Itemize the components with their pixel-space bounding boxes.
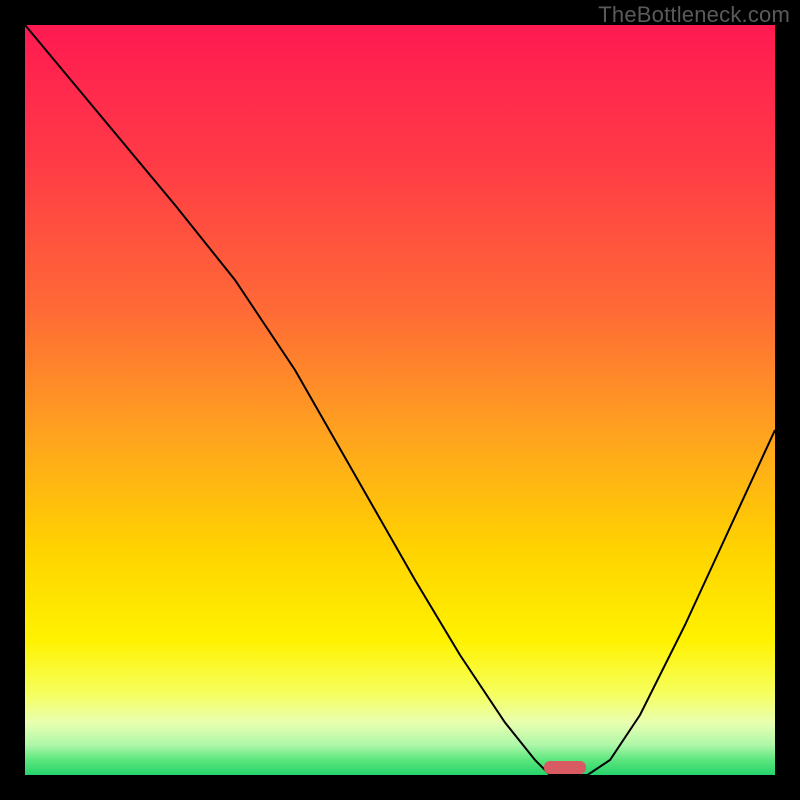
- plot-area: [25, 25, 775, 775]
- minimum-marker: [544, 761, 586, 774]
- watermark-text: TheBottleneck.com: [598, 2, 790, 28]
- bottleneck-curve: [25, 25, 775, 775]
- curve-svg: [25, 25, 775, 775]
- chart-frame: TheBottleneck.com: [0, 0, 800, 800]
